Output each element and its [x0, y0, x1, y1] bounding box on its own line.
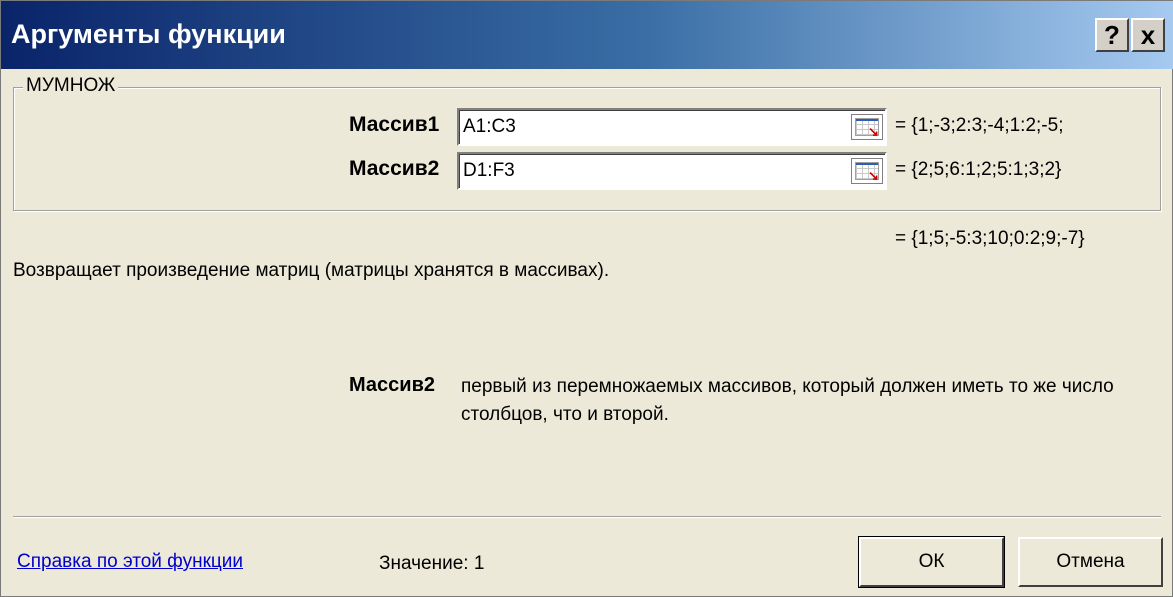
- function-name: МУМНОЖ: [23, 75, 119, 97]
- arg1-evaluated-value: = {1;-3;2:3;-4;1:2;-5;: [895, 115, 1064, 136]
- arg1-range-picker-icon[interactable]: ↘: [851, 114, 883, 140]
- arg1-input[interactable]: [457, 108, 887, 146]
- function-help-link[interactable]: Справка по этой функции: [17, 551, 243, 573]
- arg2-evaluated-value: = {2;5;6:1;2;5:1;3;2}: [895, 159, 1062, 180]
- cancel-button[interactable]: Отмена: [1018, 537, 1163, 587]
- formula-result: = {1;5;-5:3;10;0:2;9;-7}: [895, 228, 1085, 249]
- title-bar[interactable]: Аргументы функции ? x: [1, 1, 1173, 69]
- arg2-label: Массив2: [349, 157, 440, 180]
- arg1-label: Массив1: [349, 113, 440, 136]
- function-arguments-group: [13, 87, 1161, 211]
- value-number: 1: [473, 553, 485, 574]
- arg2-input[interactable]: [457, 152, 887, 190]
- help-argument-name: Массив2: [349, 374, 435, 396]
- help-argument-text: первый из перемножаемых массивов, которы…: [461, 376, 1114, 425]
- close-button[interactable]: x: [1131, 18, 1165, 52]
- question-mark-icon: ?: [1104, 20, 1120, 50]
- arg2-range-picker-icon[interactable]: ↘: [851, 158, 883, 184]
- help-button[interactable]: ?: [1095, 18, 1129, 52]
- value-label: Значение:: [379, 553, 469, 574]
- window-title: Аргументы функции: [11, 19, 286, 49]
- function-description: Возвращает произведение матриц (матрицы …: [13, 260, 610, 281]
- function-arguments-dialog: Аргументы функции ? x МУМНОЖ Массив1 ↘ =…: [0, 0, 1173, 597]
- footer-separator: [13, 516, 1161, 518]
- close-icon: x: [1140, 20, 1156, 50]
- value-readout: Значение: 1: [379, 553, 484, 575]
- ok-button[interactable]: ОК: [858, 536, 1005, 588]
